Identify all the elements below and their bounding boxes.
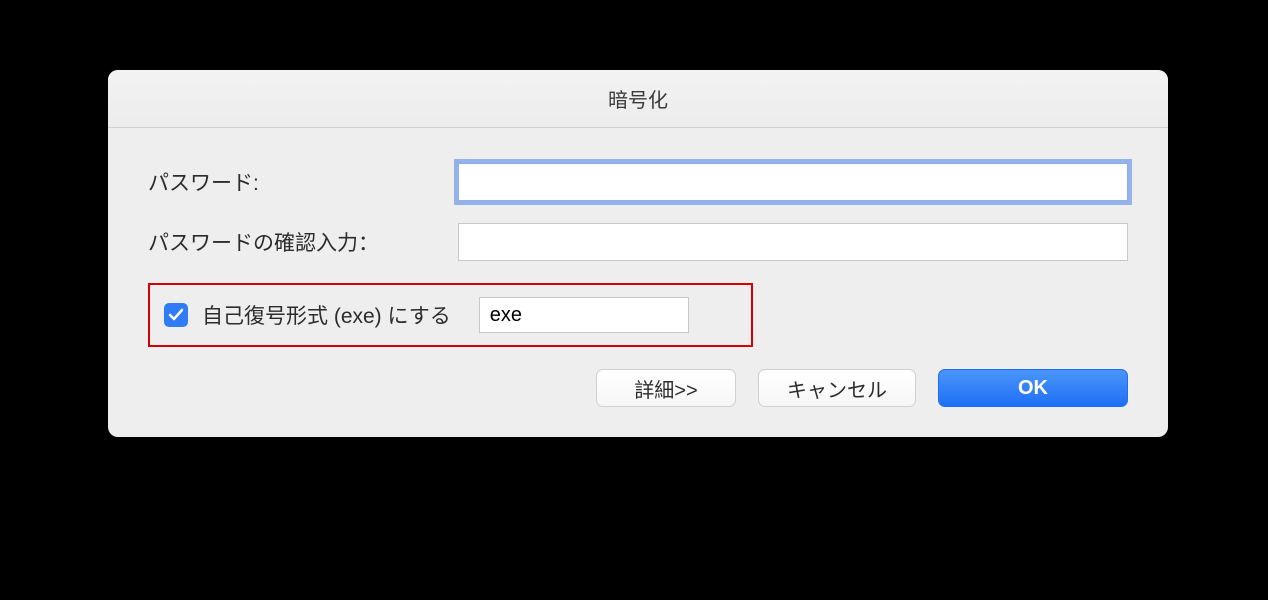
dialog-title: 暗号化 <box>108 70 1168 128</box>
password-row: パスワード: <box>148 163 1128 201</box>
password-confirm-label: パスワードの確認入力： <box>148 227 458 257</box>
password-label: パスワード: <box>148 167 458 197</box>
selfextract-checkbox[interactable] <box>164 303 188 327</box>
button-row: 詳細>> キャンセル OK <box>148 369 1128 407</box>
check-icon <box>168 307 184 323</box>
details-button[interactable]: 詳細>> <box>596 369 736 407</box>
password-input[interactable] <box>458 163 1128 201</box>
ok-button[interactable]: OK <box>938 369 1128 407</box>
password-confirm-row: パスワードの確認入力： <box>148 223 1128 261</box>
cancel-button[interactable]: キャンセル <box>758 369 916 407</box>
password-confirm-input[interactable] <box>458 223 1128 261</box>
extension-input[interactable] <box>479 297 689 333</box>
selfextract-highlight: 自己復号形式 (exe) にする <box>148 283 753 347</box>
selfextract-label: 自己復号形式 (exe) にする <box>202 300 451 330</box>
encryption-dialog: 暗号化 パスワード: パスワードの確認入力： 自己復号形式 (exe) にする … <box>108 70 1168 437</box>
dialog-content: パスワード: パスワードの確認入力： 自己復号形式 (exe) にする 詳細>>… <box>108 128 1168 437</box>
